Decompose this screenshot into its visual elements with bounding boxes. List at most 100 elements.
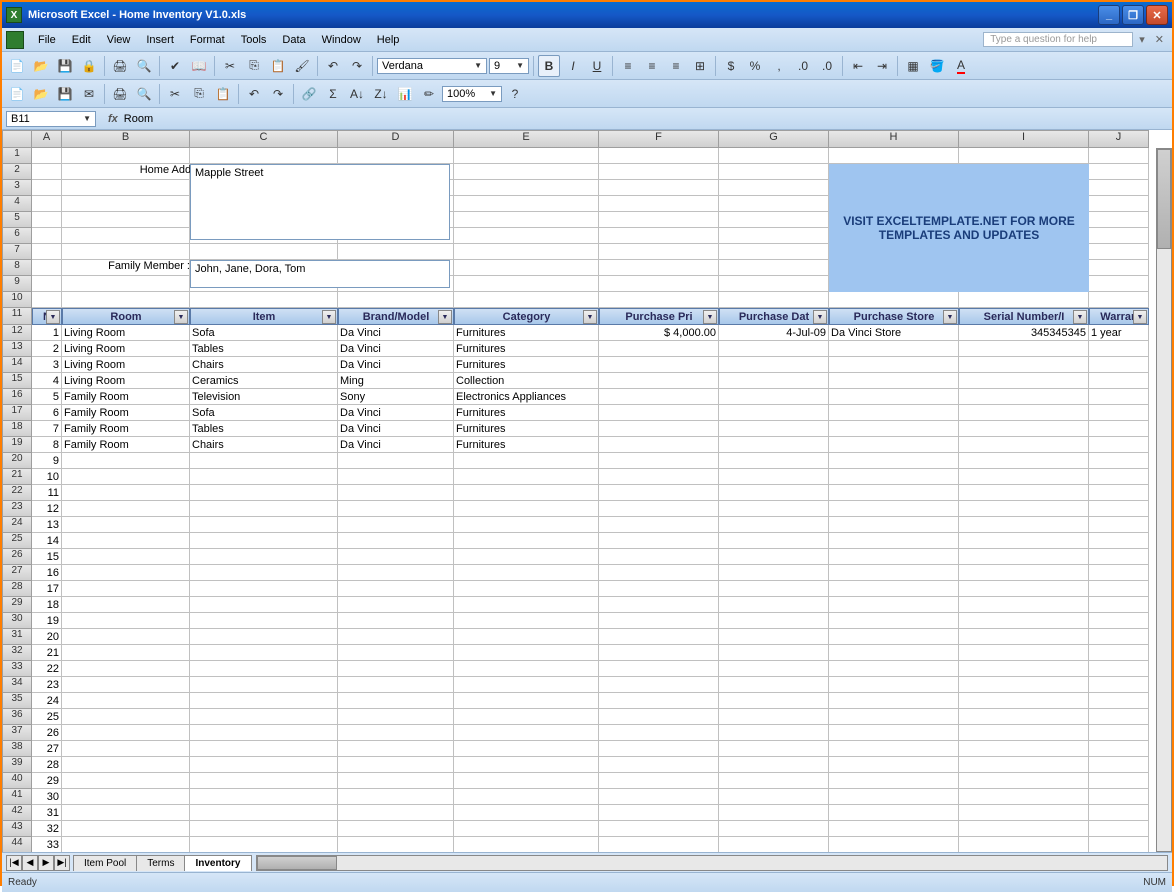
- cell[interactable]: [959, 581, 1089, 597]
- cell[interactable]: [190, 517, 338, 533]
- italic-button[interactable]: I: [562, 55, 584, 77]
- row-header[interactable]: 7: [2, 244, 32, 260]
- cell[interactable]: [599, 741, 719, 757]
- help-icon[interactable]: ?: [504, 83, 526, 105]
- cell[interactable]: [599, 805, 719, 821]
- cell[interactable]: [829, 389, 959, 405]
- cell[interactable]: [454, 741, 599, 757]
- cell[interactable]: [719, 453, 829, 469]
- cell[interactable]: [62, 677, 190, 693]
- cell[interactable]: [1089, 148, 1149, 164]
- cell[interactable]: [719, 533, 829, 549]
- worksheet-grid[interactable]: ABCDEFGHIJ 1234567891011N▼Room▼Item▼Bran…: [2, 130, 1172, 852]
- cell[interactable]: [829, 661, 959, 677]
- cell[interactable]: [62, 821, 190, 837]
- sort-desc-icon[interactable]: Z↓: [370, 83, 392, 105]
- cell[interactable]: [190, 821, 338, 837]
- cell[interactable]: [62, 244, 190, 260]
- row-header[interactable]: 14: [2, 357, 32, 373]
- cell[interactable]: [454, 773, 599, 789]
- cell[interactable]: Living Room: [62, 373, 190, 389]
- cell[interactable]: [62, 581, 190, 597]
- cell[interactable]: [959, 485, 1089, 501]
- column-header-G[interactable]: G: [719, 130, 829, 148]
- cell[interactable]: [190, 629, 338, 645]
- row-header[interactable]: 11: [2, 308, 32, 325]
- bold-button[interactable]: B: [538, 55, 560, 77]
- cell[interactable]: [454, 212, 599, 228]
- cell[interactable]: [338, 693, 454, 709]
- menu-tools[interactable]: Tools: [233, 32, 275, 48]
- cell[interactable]: [599, 260, 719, 276]
- menubar-dropdown-icon[interactable]: ▾: [1135, 33, 1149, 46]
- row-header[interactable]: 19: [2, 437, 32, 453]
- cell[interactable]: [190, 549, 338, 565]
- row-header[interactable]: 16: [2, 389, 32, 405]
- cell[interactable]: [719, 645, 829, 661]
- cell[interactable]: [32, 276, 62, 292]
- cell[interactable]: [454, 837, 599, 852]
- cell[interactable]: [62, 757, 190, 773]
- filter-dropdown-icon[interactable]: ▼: [943, 310, 957, 324]
- cell[interactable]: [338, 629, 454, 645]
- cell[interactable]: [454, 709, 599, 725]
- cell[interactable]: [454, 581, 599, 597]
- cell[interactable]: [1089, 725, 1149, 741]
- row-header[interactable]: 5: [2, 212, 32, 228]
- cell[interactable]: [454, 613, 599, 629]
- cell[interactable]: [719, 501, 829, 517]
- cell[interactable]: [454, 693, 599, 709]
- cell[interactable]: 28: [32, 757, 62, 773]
- cell[interactable]: [599, 276, 719, 292]
- cell[interactable]: [1089, 773, 1149, 789]
- cell[interactable]: Sony: [338, 389, 454, 405]
- help-search-input[interactable]: Type a question for help: [983, 32, 1133, 47]
- cell[interactable]: [959, 517, 1089, 533]
- cell[interactable]: [719, 357, 829, 373]
- row-header[interactable]: 37: [2, 725, 32, 741]
- cell[interactable]: [959, 453, 1089, 469]
- cell[interactable]: [1089, 581, 1149, 597]
- cell[interactable]: [190, 709, 338, 725]
- cell[interactable]: [959, 805, 1089, 821]
- row-header[interactable]: 3: [2, 180, 32, 196]
- cell[interactable]: Electronics Appliances: [454, 389, 599, 405]
- cell[interactable]: [719, 405, 829, 421]
- cell[interactable]: [829, 581, 959, 597]
- cell[interactable]: [959, 821, 1089, 837]
- filter-dropdown-icon[interactable]: ▼: [322, 310, 336, 324]
- cell[interactable]: [719, 677, 829, 693]
- cell[interactable]: Chairs: [190, 357, 338, 373]
- cell[interactable]: [190, 244, 338, 260]
- cell[interactable]: [1089, 437, 1149, 453]
- doc-close-button[interactable]: ✕: [1151, 33, 1168, 46]
- fill-color-icon[interactable]: 🪣: [926, 55, 948, 77]
- cell[interactable]: [338, 757, 454, 773]
- cell[interactable]: [829, 469, 959, 485]
- preview-icon[interactable]: 🔍: [133, 55, 155, 77]
- tb2-save-icon[interactable]: 💾: [54, 83, 76, 105]
- cell[interactable]: [1089, 629, 1149, 645]
- cell[interactable]: [32, 228, 62, 244]
- cell[interactable]: [454, 196, 599, 212]
- align-left-icon[interactable]: ≡: [617, 55, 639, 77]
- row-header[interactable]: 25: [2, 533, 32, 549]
- tb2-open-icon[interactable]: 📂: [30, 83, 52, 105]
- cell[interactable]: [62, 501, 190, 517]
- row-header[interactable]: 2: [2, 164, 32, 180]
- cell[interactable]: 6: [32, 405, 62, 421]
- cell[interactable]: [190, 693, 338, 709]
- cell[interactable]: [454, 501, 599, 517]
- cell[interactable]: [959, 341, 1089, 357]
- cell[interactable]: [719, 581, 829, 597]
- menu-view[interactable]: View: [99, 32, 139, 48]
- cell[interactable]: [338, 565, 454, 581]
- cell[interactable]: [829, 485, 959, 501]
- cell[interactable]: [829, 292, 959, 308]
- cell[interactable]: [190, 805, 338, 821]
- cell[interactable]: [1089, 421, 1149, 437]
- fx-icon[interactable]: fx: [108, 113, 118, 125]
- cell[interactable]: 12: [32, 501, 62, 517]
- cell[interactable]: [1089, 757, 1149, 773]
- row-header[interactable]: 44: [2, 837, 32, 852]
